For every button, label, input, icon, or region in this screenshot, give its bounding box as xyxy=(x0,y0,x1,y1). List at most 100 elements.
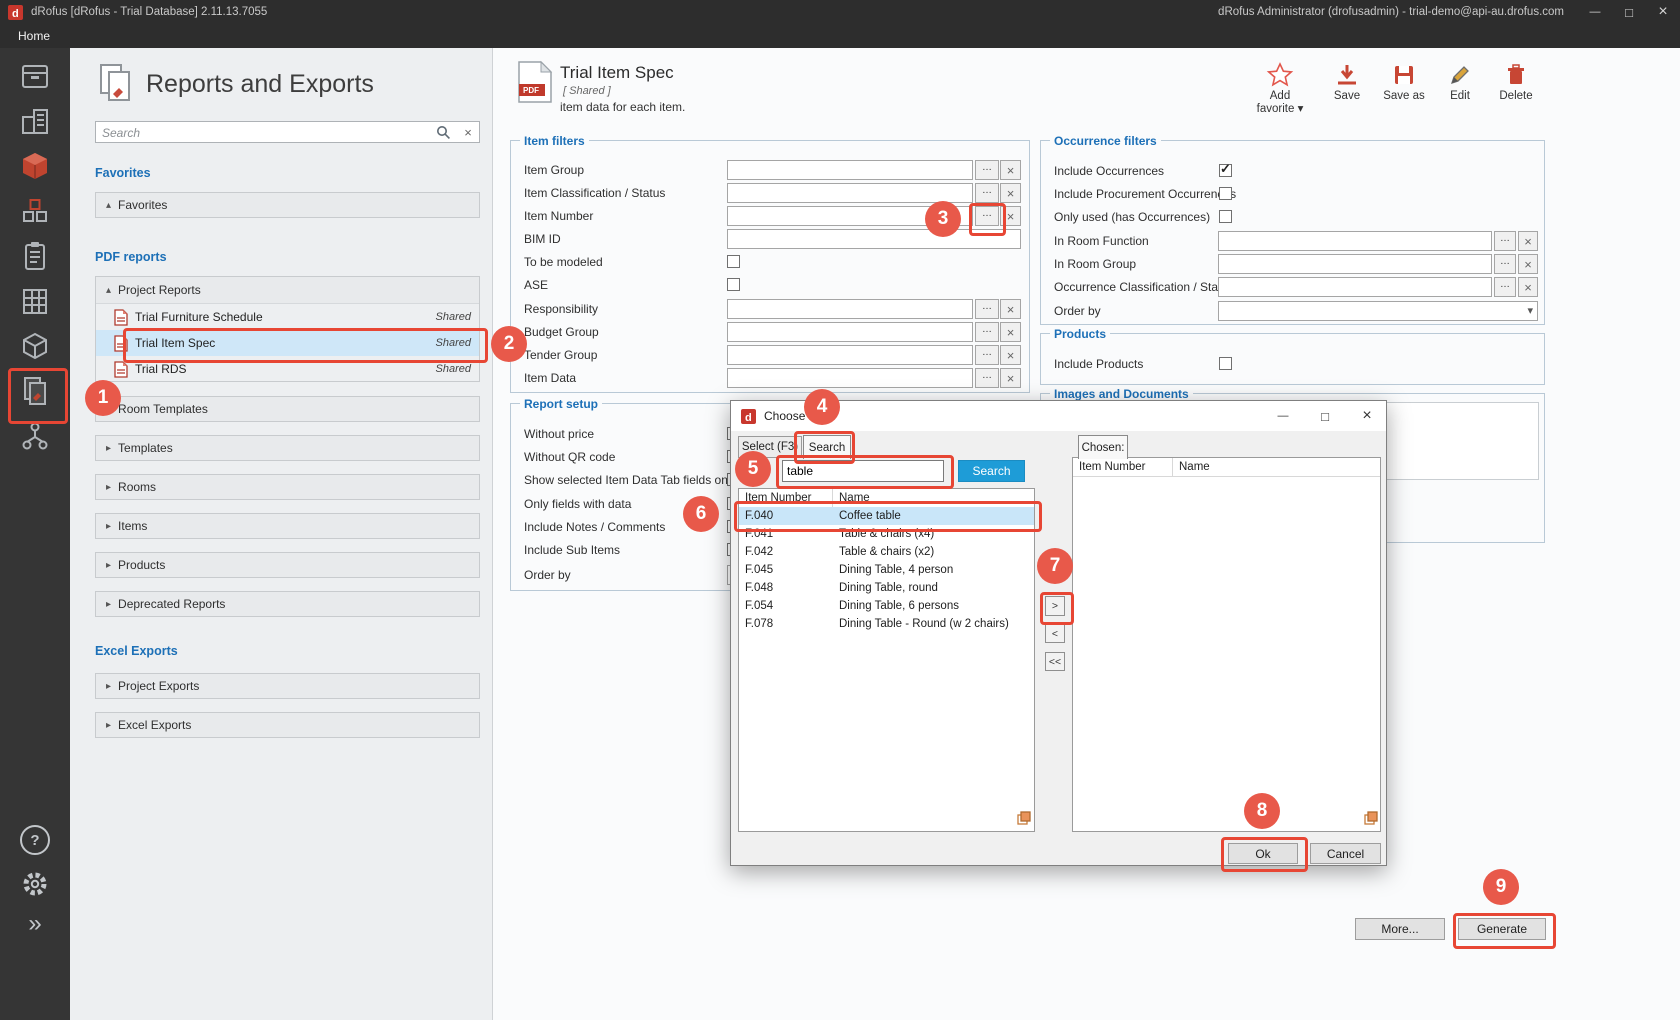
buildings-icon[interactable] xyxy=(0,99,70,143)
budget-group-field[interactable] xyxy=(727,322,973,342)
include-procurement-checkbox[interactable] xyxy=(1219,187,1232,200)
only-used-checkbox[interactable] xyxy=(1219,210,1232,223)
in-room-group-field[interactable] xyxy=(1218,254,1492,274)
report-item[interactable]: Trial RDS Shared xyxy=(96,356,479,382)
maximize-button[interactable] xyxy=(1612,0,1646,24)
item-classification-field[interactable] xyxy=(727,183,973,203)
search-results-list[interactable]: Item Number Name F.040 Coffee table F.04… xyxy=(738,488,1035,832)
item-number-browse-button[interactable] xyxy=(975,206,999,226)
dialog-search-input[interactable] xyxy=(782,460,944,482)
budget-group-clear-button[interactable] xyxy=(1000,322,1021,342)
report-item-selected[interactable]: Trial Item Spec Shared xyxy=(96,330,479,356)
result-row[interactable]: F.078 Dining Table - Round (w 2 chairs) xyxy=(739,615,1034,633)
tender-group-browse-button[interactable] xyxy=(975,345,999,365)
group-excel-exports[interactable]: Excel Exports xyxy=(95,712,480,738)
tender-group-clear-button[interactable] xyxy=(1000,345,1021,365)
include-products-checkbox[interactable] xyxy=(1219,357,1232,370)
logistics-icon[interactable] xyxy=(0,414,70,458)
rooms-icon[interactable] xyxy=(0,54,70,98)
favorites-group-bar[interactable]: Favorites xyxy=(95,192,480,218)
move-all-left-button[interactable]: << xyxy=(1045,652,1065,671)
dialog-close-button[interactable] xyxy=(1348,401,1386,431)
move-left-button[interactable]: < xyxy=(1045,624,1065,643)
bim-id-field[interactable] xyxy=(727,229,1021,249)
more-button[interactable]: More... xyxy=(1355,918,1445,940)
minimize-button[interactable] xyxy=(1578,0,1612,24)
systems-icon[interactable] xyxy=(0,279,70,323)
tender-group-field[interactable] xyxy=(727,345,973,365)
dialog-minimize-button[interactable] xyxy=(1264,401,1302,431)
search-icon[interactable] xyxy=(436,125,451,145)
menu-home[interactable]: Home xyxy=(18,29,50,43)
group-templates[interactable]: Templates xyxy=(95,435,480,461)
close-button[interactable] xyxy=(1646,0,1680,24)
chosen-list[interactable]: Item Number Name xyxy=(1072,457,1381,832)
dialog-maximize-button[interactable] xyxy=(1306,401,1344,431)
group-deprecated-reports[interactable]: Deprecated Reports xyxy=(95,591,480,617)
budget-group-browse-button[interactable] xyxy=(975,322,999,342)
occurrence-order-by-dropdown[interactable] xyxy=(1218,301,1538,321)
group-products[interactable]: Products xyxy=(95,552,480,578)
move-right-button[interactable]: > xyxy=(1045,596,1065,616)
item-data-field[interactable] xyxy=(727,368,973,388)
col-item-number[interactable]: Item Number xyxy=(1079,458,1145,476)
group-room-templates[interactable]: Room Templates xyxy=(95,396,480,422)
in-room-function-clear-button[interactable] xyxy=(1518,231,1538,251)
responsibility-clear-button[interactable] xyxy=(1000,299,1021,319)
item-group-field[interactable] xyxy=(727,160,973,180)
group-project-exports[interactable]: Project Exports xyxy=(95,673,480,699)
col-item-number[interactable]: Item Number xyxy=(745,489,811,507)
save-button[interactable]: Save xyxy=(1327,60,1367,103)
generate-button[interactable]: Generate xyxy=(1458,918,1546,940)
in-room-group-clear-button[interactable] xyxy=(1518,254,1538,274)
include-occurrences-checkbox[interactable] xyxy=(1219,164,1232,177)
in-room-group-browse-button[interactable] xyxy=(1494,254,1516,274)
panel-search-input[interactable] xyxy=(100,123,434,143)
responsibility-field[interactable] xyxy=(727,299,973,319)
result-row-selected[interactable]: F.040 Coffee table xyxy=(739,507,1034,525)
dialog-search-button[interactable]: Search xyxy=(958,460,1025,482)
in-room-function-browse-button[interactable] xyxy=(1494,231,1516,251)
search-clear-icon[interactable] xyxy=(459,123,477,141)
ase-checkbox[interactable] xyxy=(727,278,740,291)
result-row[interactable]: F.041 Table & chairs (x4) xyxy=(739,525,1034,543)
item-number-clear-button[interactable] xyxy=(1000,206,1021,226)
ok-button[interactable]: Ok xyxy=(1228,843,1298,864)
result-row[interactable]: F.042 Table & chairs (x2) xyxy=(739,543,1034,561)
bim-models-icon[interactable] xyxy=(0,144,70,188)
occurrence-classification-field[interactable] xyxy=(1218,277,1492,297)
in-room-function-field[interactable] xyxy=(1218,231,1492,251)
shapes-icon[interactable] xyxy=(0,189,70,233)
group-rooms[interactable]: Rooms xyxy=(95,474,480,500)
project-reports-group-bar[interactable]: Project Reports xyxy=(96,277,479,304)
item-classification-clear-button[interactable] xyxy=(1000,183,1021,203)
tab-search[interactable]: Search xyxy=(803,435,851,459)
item-group-clear-button[interactable] xyxy=(1000,160,1021,180)
settings-gear-icon[interactable] xyxy=(0,862,70,906)
item-group-browse-button[interactable] xyxy=(975,160,999,180)
result-row[interactable]: F.045 Dining Table, 4 person xyxy=(739,561,1034,579)
expand-chevrons-icon[interactable] xyxy=(0,902,70,946)
report-item[interactable]: Trial Furniture Schedule Shared xyxy=(96,304,479,330)
responsibility-browse-button[interactable] xyxy=(975,299,999,319)
reports-icon[interactable] xyxy=(0,369,70,413)
item-classification-browse-button[interactable] xyxy=(975,183,999,203)
package-icon[interactable] xyxy=(0,324,70,368)
occurrence-classification-browse-button[interactable] xyxy=(1494,277,1516,297)
delete-button[interactable]: Delete xyxy=(1494,60,1538,103)
occurrence-classification-clear-button[interactable] xyxy=(1518,277,1538,297)
save-as-button[interactable]: Save as xyxy=(1381,60,1427,103)
help-icon[interactable] xyxy=(0,818,70,862)
cancel-button[interactable]: Cancel xyxy=(1310,843,1381,864)
result-row[interactable]: F.054 Dining Table, 6 persons xyxy=(739,597,1034,615)
result-row[interactable]: F.048 Dining Table, round xyxy=(739,579,1034,597)
add-favorite-button[interactable]: Add favorite ▾ xyxy=(1251,60,1309,116)
edit-button[interactable]: Edit xyxy=(1441,60,1479,103)
item-data-browse-button[interactable] xyxy=(975,368,999,388)
col-name[interactable]: Name xyxy=(839,489,870,507)
group-items[interactable]: Items xyxy=(95,513,480,539)
list-export-icon[interactable] xyxy=(1364,811,1378,830)
item-data-clear-button[interactable] xyxy=(1000,368,1021,388)
list-export-icon[interactable] xyxy=(1017,811,1031,830)
to-be-modeled-checkbox[interactable] xyxy=(727,255,740,268)
